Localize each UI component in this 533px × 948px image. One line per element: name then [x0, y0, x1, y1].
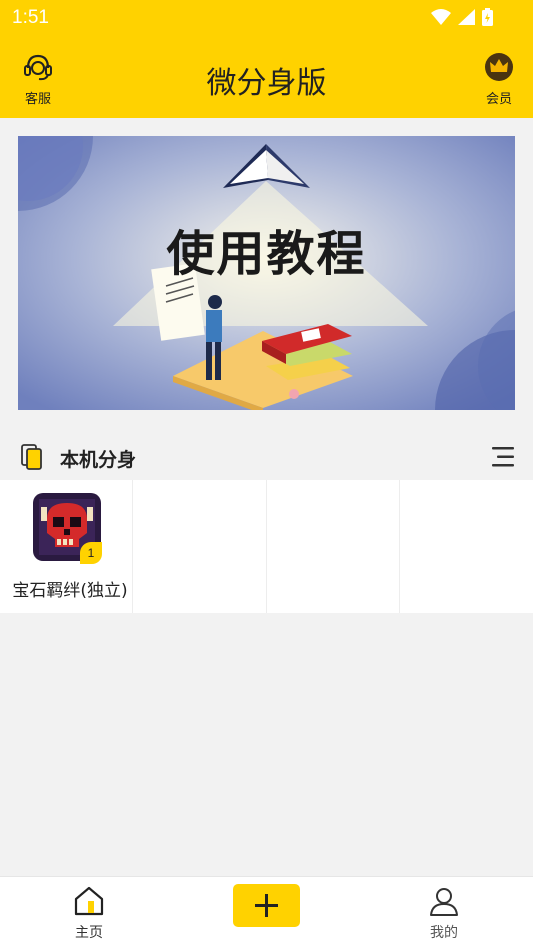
bottom-nav: 主页 我的 [0, 876, 533, 948]
crown-icon [485, 53, 513, 81]
nav-home[interactable]: 主页 [54, 885, 124, 942]
home-icon [74, 886, 104, 916]
vip-button[interactable]: 会员 [471, 52, 527, 107]
app-title: 微分身版 [206, 66, 327, 101]
vip-label: 会员 [485, 92, 512, 107]
banner-title: 使用教程 [166, 226, 367, 282]
top-header: 1:51 客服 微分身版 会员 [0, 0, 533, 118]
battery-icon [482, 8, 493, 26]
nav-mine-label: 我的 [430, 925, 458, 941]
empty-app-cell [267, 480, 400, 613]
plus-icon [255, 894, 278, 917]
empty-app-cell [400, 480, 533, 613]
status-icons [431, 8, 493, 26]
clone-count-badge: 1 [80, 542, 102, 564]
nav-home-label: 主页 [75, 925, 103, 941]
add-button[interactable] [233, 884, 300, 927]
wifi-icon [431, 9, 451, 25]
user-icon [430, 888, 458, 916]
section-title: 本机分身 [60, 449, 137, 471]
menu-icon[interactable] [492, 446, 516, 468]
status-time: 1:51 [12, 7, 49, 28]
nav-mine[interactable]: 我的 [409, 885, 479, 942]
section-header: 本机分身 [0, 438, 533, 478]
phone-icon [21, 444, 42, 470]
empty-app-cell [133, 480, 267, 613]
signal-icon [458, 9, 475, 25]
tutorial-banner[interactable]: 使用教程 [18, 136, 515, 410]
app-name: 宝石羁绊(独立) [12, 581, 128, 601]
